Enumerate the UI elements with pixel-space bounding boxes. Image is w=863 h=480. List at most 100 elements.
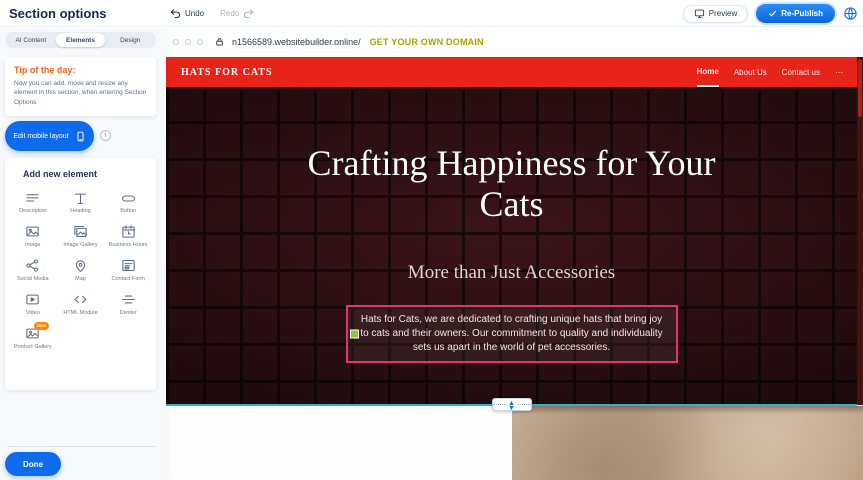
handle-dots	[518, 404, 531, 405]
scrollbar-thumb[interactable]	[858, 59, 862, 117]
edit-mobile-label: Edit mobile layout	[13, 133, 68, 140]
element-contact-form[interactable]: Contact Form	[104, 258, 152, 283]
app-window: Section options Undo Redo Preview Re-Pub…	[0, 0, 863, 480]
undo-redo-group: Undo Redo	[170, 0, 254, 27]
map-pin-icon	[72, 258, 88, 274]
tip-of-the-day-card: Tip of the day: Now you can add, move an…	[5, 57, 156, 116]
resize-arrows-icon: ▲▼	[508, 400, 515, 410]
element-image[interactable]: Image	[9, 224, 57, 249]
site-preview-frame: n1566589.websitebuilder.online/ GET YOUR…	[166, 27, 863, 480]
button-icon	[120, 190, 136, 206]
image-icon	[25, 224, 41, 240]
section-boundary-line: ▲▼	[166, 404, 857, 406]
hero-content: Crafting Happiness for Your Cats More th…	[166, 87, 857, 405]
page-title: Section options	[9, 6, 107, 21]
phone-icon	[75, 130, 86, 143]
hero-paragraph: Hats for Cats, we are dedicated to craft…	[359, 313, 665, 355]
element-label: Map	[75, 276, 86, 283]
element-drag-handle[interactable]	[350, 329, 359, 338]
site-nav: Home About Us Contact us ⋯	[697, 57, 843, 87]
element-video[interactable]: Video	[9, 292, 57, 317]
social-media-icon	[25, 258, 41, 274]
selected-text-element[interactable]: Hats for Cats, we are dedicated to craft…	[346, 305, 678, 363]
tab-elements[interactable]: Elements	[56, 33, 106, 47]
undo-icon	[170, 8, 181, 19]
add-new-element-heading: Add new element	[9, 169, 152, 179]
element-heading[interactable]: Heading	[57, 190, 105, 215]
window-dot	[185, 39, 191, 45]
add-new-element-panel: Add new element Description Heading Butt…	[5, 158, 156, 390]
undo-button[interactable]: Undo	[170, 8, 204, 19]
get-own-domain-link[interactable]: GET YOUR OWN DOMAIN	[370, 37, 484, 47]
redo-label: Redo	[220, 9, 239, 18]
element-label: HTML Module	[63, 310, 97, 317]
sidebar-divider	[7, 446, 156, 447]
heading-icon	[72, 190, 88, 206]
hero-title[interactable]: Crafting Happiness for Your Cats	[277, 143, 747, 226]
site-logo[interactable]: HATS FOR CATS	[181, 67, 273, 78]
element-label: Divider	[120, 310, 137, 317]
info-icon[interactable]: i	[100, 130, 111, 141]
tab-design[interactable]: Design	[105, 33, 155, 47]
element-label: Image Gallery	[63, 242, 97, 249]
next-section-image	[512, 406, 863, 480]
next-section-area	[166, 406, 863, 480]
new-badge: New	[34, 322, 49, 330]
tip-heading: Tip of the day:	[14, 65, 147, 75]
check-icon	[768, 9, 777, 18]
preview-scrollbar[interactable]	[857, 57, 863, 405]
edit-mobile-layout-button[interactable]: Edit mobile layout	[5, 121, 94, 151]
hero-subtitle[interactable]: More than Just Accessories	[408, 262, 615, 284]
redo-button[interactable]: Redo	[220, 8, 254, 19]
element-label: Business Hours	[109, 242, 148, 249]
element-label: Product Gallery	[14, 344, 52, 351]
editor-topbar: Section options Undo Redo Preview Re-Pub…	[0, 0, 863, 27]
divider-icon	[120, 292, 136, 308]
element-button[interactable]: Button	[104, 190, 152, 215]
language-globe-icon[interactable]	[843, 6, 858, 21]
republish-button[interactable]: Re-Publish	[756, 4, 835, 23]
element-label: Social Media	[17, 276, 49, 283]
republish-label: Re-Publish	[781, 9, 823, 18]
window-dot	[197, 39, 203, 45]
section-resize-handle[interactable]: ▲▼	[492, 398, 532, 411]
sidebar-tabs: AI Content Elements Design	[5, 32, 156, 48]
nav-about-us[interactable]: About Us	[734, 57, 767, 87]
element-divider[interactable]: Divider	[104, 292, 152, 317]
image-gallery-icon	[72, 224, 88, 240]
preview-button[interactable]: Preview	[683, 5, 748, 23]
element-social-media[interactable]: Social Media	[9, 258, 57, 283]
element-description[interactable]: Description	[9, 190, 57, 215]
site-header: HATS FOR CATS Home About Us Contact us ⋯	[166, 57, 857, 87]
element-business-hours[interactable]: Business Hours	[104, 224, 152, 249]
element-product-gallery[interactable]: New Product Gallery	[9, 326, 57, 351]
redo-icon	[243, 8, 254, 19]
element-label: Video	[26, 310, 40, 317]
nav-contact-us[interactable]: Contact us	[782, 57, 820, 87]
topbar-actions: Preview Re-Publish	[683, 0, 858, 27]
contact-form-icon	[120, 258, 136, 274]
tab-ai-content[interactable]: AI Content	[6, 33, 56, 47]
window-dot	[173, 39, 179, 45]
element-html-module[interactable]: HTML Module	[57, 292, 105, 317]
element-label: Button	[120, 208, 136, 215]
video-icon	[25, 292, 41, 308]
element-image-gallery[interactable]: Image Gallery	[57, 224, 105, 249]
business-hours-icon	[120, 224, 136, 240]
element-map[interactable]: Map	[57, 258, 105, 283]
element-label: Contact Form	[112, 276, 145, 283]
editor-sidebar: AI Content Elements Design Tip of the da…	[0, 27, 166, 480]
nav-home[interactable]: Home	[697, 57, 719, 87]
hero-section[interactable]: Crafting Happiness for Your Cats More th…	[166, 87, 857, 405]
undo-label: Undo	[185, 9, 204, 18]
description-icon	[25, 190, 41, 206]
element-grid: Description Heading Button Image Image G…	[9, 190, 152, 350]
element-label: Image	[25, 242, 40, 249]
product-gallery-icon: New	[25, 326, 41, 342]
monitor-icon	[694, 8, 705, 19]
nav-more-icon[interactable]: ⋯	[835, 57, 843, 87]
element-label: Heading	[70, 208, 91, 215]
site-url: n1566589.websitebuilder.online/	[232, 37, 361, 47]
tip-body: Now you can add, move and resize any ele…	[14, 79, 147, 107]
done-button[interactable]: Done	[5, 452, 61, 476]
